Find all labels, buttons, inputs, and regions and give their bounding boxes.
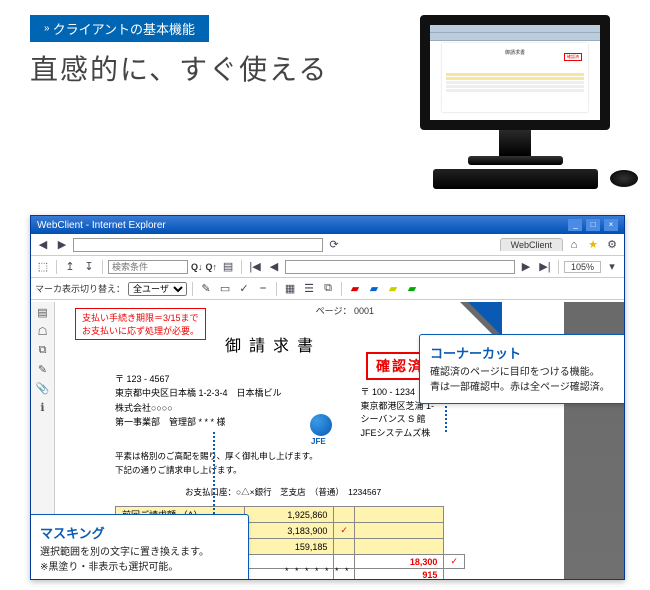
app-icon[interactable]: ⬚ xyxy=(35,259,51,275)
attach-icon[interactable]: 📎 xyxy=(36,382,50,395)
browser-window: WebClient - Internet Explorer _ □ × ◀ ▶ … xyxy=(30,215,625,580)
feature-badge-text: クライアントの基本機能 xyxy=(53,19,195,38)
callout-desc: 選択範囲を別の文字に置き換えます。 ※黒塗り・非表示も選択可能。 xyxy=(40,545,238,575)
minimize-icon[interactable]: _ xyxy=(568,219,582,231)
toolbar-row-1: ◀ ▶ ⟳ WebClient ⌂ ★ ⚙ xyxy=(31,234,624,256)
forward-icon[interactable]: ▶ xyxy=(54,237,70,253)
favorites-icon[interactable]: ★ xyxy=(585,237,601,253)
sender-block: 〒 123 - 4567 東京都中央区日本橋 1-2-3-4 日本橋ビル 株式会… xyxy=(115,372,282,430)
browser-tab[interactable]: WebClient xyxy=(500,238,563,251)
notes-icon[interactable]: ✎ xyxy=(38,363,47,376)
swatch-red-icon[interactable]: ▰ xyxy=(347,281,363,297)
marker-select[interactable]: 全ユーザ xyxy=(128,282,187,296)
toolbar-row-3: マーカ表示切り替え： 全ユーザ ✎ ▭ ✓ ⎯ ▦ ☰ ⧉ ▰ ▰ ▰ ▰ xyxy=(31,278,624,300)
toolbar-row-2: ⬚ ↥ ↧ Q↓ Q↑ ▤ |◀ ◀ ▶ ▶| 105% ▾ xyxy=(31,256,624,278)
doc-icon[interactable]: ▤ xyxy=(220,259,236,275)
marker-label: マーカ表示切り替え： xyxy=(35,282,125,295)
refresh-icon[interactable]: ⟳ xyxy=(326,237,342,253)
layers-icon[interactable]: ⧉ xyxy=(39,344,47,357)
home-icon[interactable]: ⌂ xyxy=(566,237,582,253)
prev-page-icon[interactable]: ◀ xyxy=(266,259,282,275)
monitor-screen: 御請求書 確認済 xyxy=(420,15,610,130)
page-input[interactable] xyxy=(285,260,515,274)
jfe-logo-text: JFE xyxy=(311,437,326,446)
list-icon[interactable]: ☰ xyxy=(301,281,317,297)
close-icon[interactable]: × xyxy=(604,219,618,231)
line-icon[interactable]: ⎯ xyxy=(255,281,271,297)
headline: 直感的に、すぐ使える xyxy=(30,48,328,88)
monitor-illustration: 御請求書 確認済 xyxy=(410,15,620,189)
page-indicator: ページ： 0001 xyxy=(316,304,374,317)
callout-corner-cut: コーナーカット 確認済のページに目印をつける機能。 青は一部確認中。赤は全ページ… xyxy=(419,334,625,404)
window-title: WebClient - Internet Explorer xyxy=(37,220,166,231)
document-title: 御請求書 xyxy=(225,332,321,356)
stack-icon[interactable]: ⧉ xyxy=(320,281,336,297)
swatch-green-icon[interactable]: ▰ xyxy=(404,281,420,297)
zoom-out-button[interactable]: Q↓ xyxy=(191,262,203,272)
bookmark-icon[interactable]: ☖ xyxy=(38,325,48,338)
window-controls[interactable]: _ □ × xyxy=(567,219,618,231)
grid-icon[interactable]: ▦ xyxy=(282,281,298,297)
info-icon[interactable]: ℹ xyxy=(40,401,44,414)
dropdown-icon[interactable]: ▾ xyxy=(604,259,620,275)
address-bar[interactable] xyxy=(73,238,323,252)
swatch-yellow-icon[interactable]: ▰ xyxy=(385,281,401,297)
window-titlebar: WebClient - Internet Explorer _ □ × xyxy=(31,216,624,234)
zoom-in-button[interactable]: Q↑ xyxy=(206,262,218,272)
feature-badge: » クライアントの基本機能 xyxy=(30,15,209,42)
last-page-icon[interactable]: ▶| xyxy=(537,259,553,275)
alert-note: 支払い手続き期限＝3/15まで お支払いに応ず処理が必要。 xyxy=(75,308,206,340)
mouse-icon xyxy=(610,170,638,187)
search-input[interactable] xyxy=(108,260,188,274)
next-page-icon[interactable]: ▶ xyxy=(518,259,534,275)
jfe-logo-icon xyxy=(310,414,332,436)
callout-title: マスキング xyxy=(40,523,238,542)
callout-title: コーナーカット xyxy=(430,343,618,362)
swatch-blue-icon[interactable]: ▰ xyxy=(366,281,382,297)
keyboard-icon xyxy=(433,169,598,189)
gear-icon[interactable]: ⚙ xyxy=(604,237,620,253)
import-icon[interactable]: ↧ xyxy=(81,259,97,275)
check-icon[interactable]: ✓ xyxy=(236,281,252,297)
thumbs-icon[interactable]: ▤ xyxy=(37,306,47,319)
highlighter-icon[interactable]: ▭ xyxy=(217,281,233,297)
first-page-icon[interactable]: |◀ xyxy=(247,259,263,275)
back-icon[interactable]: ◀ xyxy=(35,237,51,253)
callout-masking: マスキング 選択範囲を別の文字に置き換えます。 ※黒塗り・非表示も選択可能。 xyxy=(30,514,249,580)
document-body: 平素は格別のご高配を賜り、厚く御礼申し上げます。 下記の通りご請求申し上げます。 xyxy=(115,450,318,477)
export-icon[interactable]: ↥ xyxy=(62,259,78,275)
zoom-value[interactable]: 105% xyxy=(564,261,601,273)
callout-desc: 確認済のページに目印をつける機能。 青は一部確認中。赤は全ページ確認済。 xyxy=(430,365,618,395)
chevron-right-icon: » xyxy=(44,23,47,34)
pencil-icon[interactable]: ✎ xyxy=(198,281,214,297)
maximize-icon[interactable]: □ xyxy=(586,219,600,231)
masked-text: * * * * * * * xyxy=(285,566,351,576)
